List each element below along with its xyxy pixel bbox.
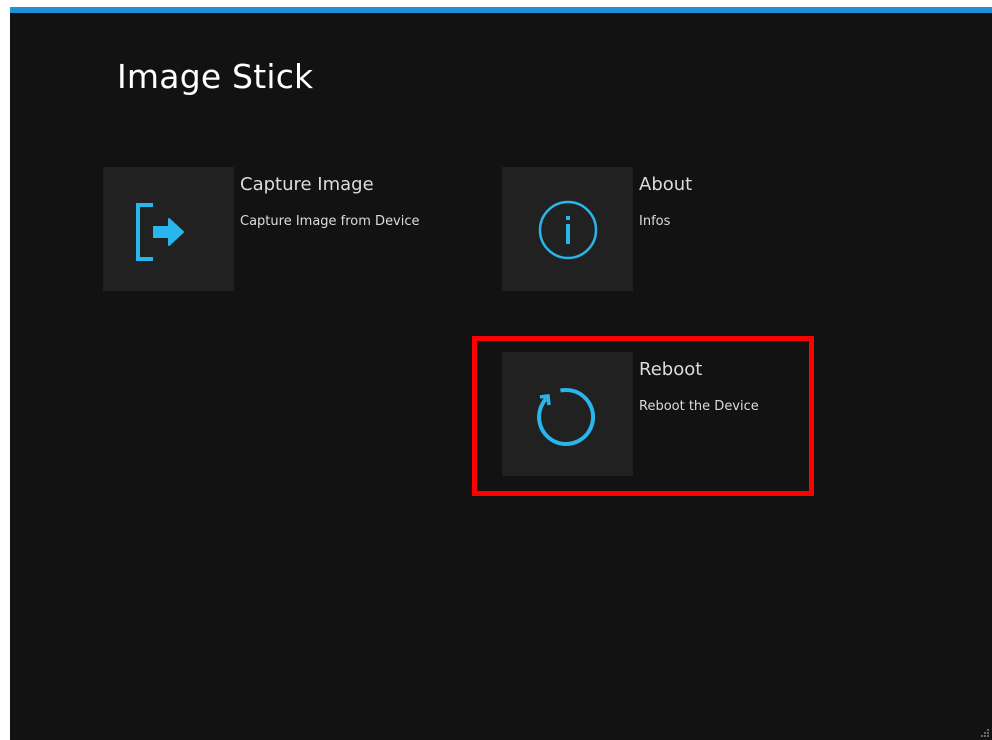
tile-title: About	[639, 174, 693, 195]
tile-icon-box	[502, 167, 633, 291]
tile-description: Infos	[639, 214, 671, 229]
tile-description: Capture Image from Device	[240, 214, 420, 229]
tile-icon-box	[103, 167, 234, 291]
page-title: Image Stick	[117, 57, 314, 96]
tile-reboot[interactable]: Reboot Reboot the Device	[502, 352, 852, 476]
accent-bar	[10, 7, 992, 13]
exit-arrow-icon	[136, 203, 184, 261]
tile-description: Reboot the Device	[639, 399, 759, 414]
info-icon	[538, 200, 598, 260]
tile-about[interactable]: About Infos	[502, 167, 852, 291]
tile-icon-box	[502, 352, 633, 476]
tile-capture-image[interactable]: Capture Image Capture Image from Device	[103, 167, 453, 291]
tile-title: Capture Image	[240, 174, 374, 195]
tile-title: Reboot	[639, 359, 703, 380]
app-window: Image Stick Capture Image Capture Image …	[10, 7, 992, 740]
restart-icon	[537, 388, 596, 446]
resize-grip-icon[interactable]	[981, 729, 989, 737]
